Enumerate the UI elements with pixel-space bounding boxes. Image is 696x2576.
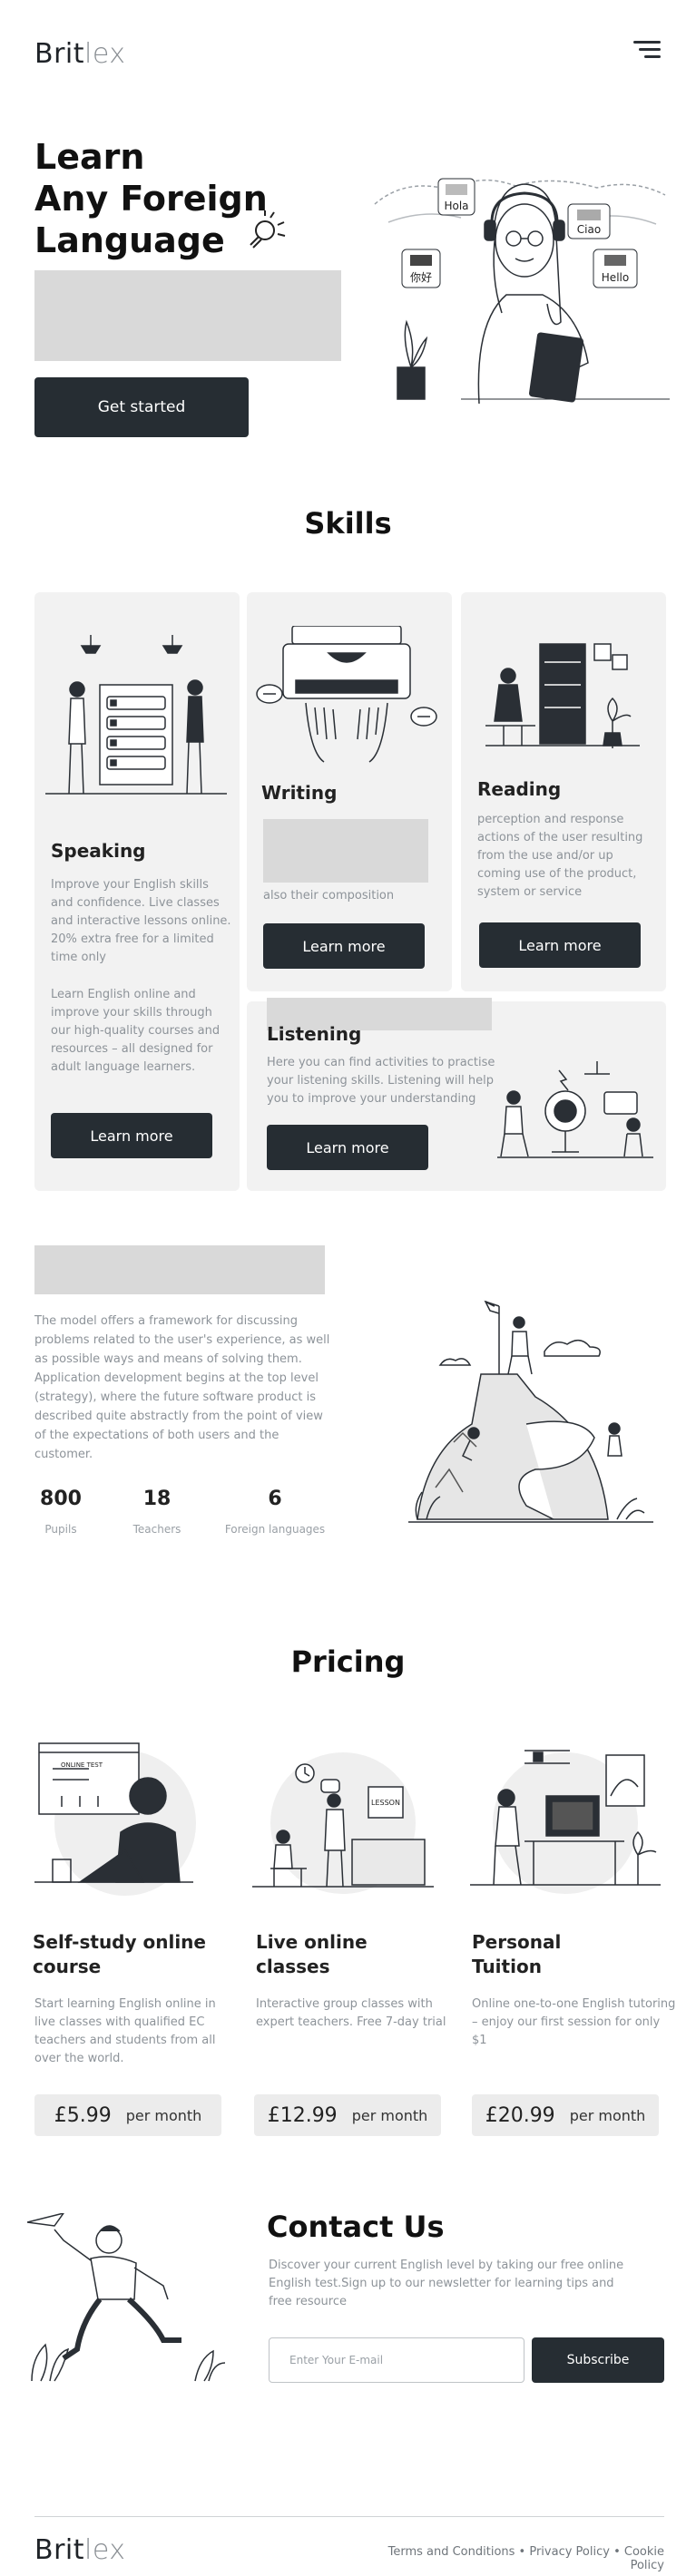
stat-value: 6 — [268, 1488, 282, 1510]
writing-title: Writing — [261, 782, 338, 804]
brand-name-light: lex — [84, 38, 126, 70]
hero-title: Learn Any Foreign Language — [34, 137, 268, 260]
personal-tuition-illustration — [470, 1750, 661, 1894]
footer-divider — [34, 2516, 664, 2517]
hero-illustration: Hola Ciao 你好 Hello — [374, 178, 670, 405]
speaking-illustration — [45, 635, 227, 795]
listening-learn-more-button[interactable]: Learn more — [267, 1125, 428, 1170]
reading-illustration — [485, 643, 640, 748]
listening-title: Listening — [267, 1023, 362, 1045]
stat-label: Pupils — [44, 1523, 77, 1536]
speaking-text-1: Improve your English skills and confiden… — [51, 878, 231, 964]
plan-1-text: Start learning English online in live cl… — [34, 1997, 216, 2065]
brand-name-dark: Brit — [34, 38, 85, 70]
brand-logo[interactable]: Britlex — [34, 38, 126, 70]
pricing-title: Pricing — [290, 1644, 406, 1679]
subscribe-button[interactable]: Subscribe — [532, 2337, 664, 2383]
stat-languages: 6 Foreign languages — [214, 1488, 336, 1536]
plan-2-text: Interactive group classes with expert te… — [256, 1997, 446, 2029]
stat-label: Teachers — [132, 1523, 181, 1536]
self-study-illustration: ONLINE TEST — [34, 1742, 196, 1896]
email-input[interactable]: Enter Your E-mail — [269, 2337, 524, 2383]
plan-2-price-box[interactable]: £12.99 per month — [254, 2094, 441, 2136]
footer-links[interactable]: Terms and Conditions • Privacy Policy • … — [354, 2545, 664, 2572]
running-man-illustration — [27, 2213, 226, 2382]
writing-text: also their composition — [263, 889, 395, 903]
get-started-button[interactable]: Get started — [34, 377, 249, 437]
speaking-title: Speaking — [51, 840, 146, 862]
plan-2-period: per month — [351, 2106, 428, 2124]
stat-value: 800 — [40, 1488, 82, 1510]
footer-brand-dark: Brit — [34, 2534, 85, 2566]
stat-teachers: 18 Teachers — [125, 1488, 189, 1536]
stat-value: 18 — [142, 1488, 172, 1510]
mountain-illustration — [408, 1300, 653, 1523]
hello-text: Hello — [602, 271, 629, 284]
plan-1-title: Self-study online course — [33, 1931, 206, 1977]
about-title-placeholder — [34, 1245, 325, 1294]
hero-image-placeholder — [34, 270, 341, 361]
plan-3-title: Personal Tuition — [472, 1931, 562, 1977]
lesson-label: LESSON — [371, 1799, 400, 1807]
contact-text: Discover your current English level by t… — [269, 2259, 624, 2308]
speaking-text-2: Learn English online and improve your sk… — [51, 988, 221, 1074]
contact-title: Contact Us — [267, 2210, 445, 2244]
plan-3-period: per month — [569, 2106, 646, 2124]
ciao-text: Ciao — [577, 223, 601, 236]
skills-title: Skills — [304, 506, 392, 541]
hola-text: Hola — [444, 200, 468, 212]
reading-learn-more-button[interactable]: Learn more — [479, 922, 641, 968]
plan-3-text: Online one-to-one English tutoring – enj… — [472, 1997, 676, 2047]
reading-title: Reading — [477, 778, 562, 800]
footer-brand-light: lex — [84, 2534, 126, 2566]
listening-text: Here you can find activities to practise… — [267, 1056, 495, 1106]
lightbulb-icon — [250, 210, 286, 249]
plan-1-price: £5.99 — [54, 2103, 112, 2127]
plan-1-price-box[interactable]: £5.99 per month — [34, 2094, 221, 2136]
plan-1-period: per month — [125, 2106, 202, 2124]
about-text: The model offers a framework for discuss… — [34, 1314, 330, 1461]
writing-learn-more-button[interactable]: Learn more — [263, 923, 425, 969]
footer-logo[interactable]: Britlex — [34, 2534, 126, 2566]
writing-illustration — [256, 626, 437, 763]
stat-label: Foreign languages — [224, 1523, 326, 1536]
writing-text-placeholder — [263, 819, 428, 883]
plan-2-title: Live online classes — [256, 1931, 368, 1977]
chinese-text: 你好 — [410, 271, 432, 284]
plan-3-price-box[interactable]: £20.99 per month — [472, 2094, 659, 2136]
stat-pupils: 800 Pupils — [34, 1488, 87, 1536]
live-classes-illustration: LESSON — [252, 1752, 434, 1894]
listening-illustration — [497, 1061, 653, 1158]
online-test-label: ONLINE TEST — [61, 1761, 103, 1769]
menu-icon[interactable] — [633, 41, 661, 63]
speaking-learn-more-button[interactable]: Learn more — [51, 1113, 212, 1158]
plan-2-price: £12.99 — [267, 2103, 338, 2127]
reading-text: perception and response actions of the u… — [477, 813, 643, 899]
plan-3-price: £20.99 — [485, 2103, 555, 2127]
